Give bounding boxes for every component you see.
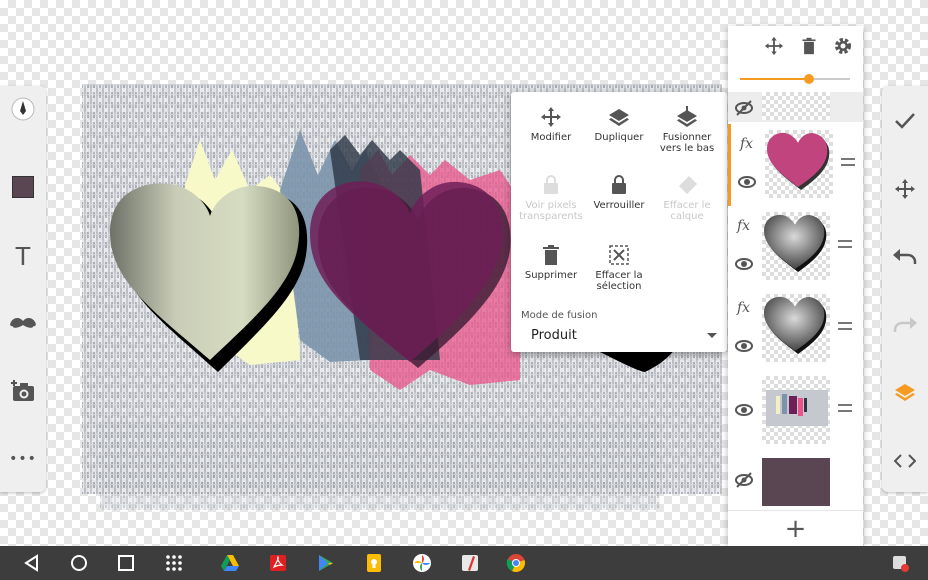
fx-icon[interactable]: fx [737, 218, 750, 234]
layer-context-menu: Modifier Dupliquer Fusionner vers le bas… [511, 92, 727, 352]
layer-thumbnail [762, 294, 830, 362]
layer-thumbnail [762, 458, 830, 506]
home-icon[interactable] [69, 553, 89, 573]
plus-icon: + [784, 514, 807, 544]
text-icon: T [15, 240, 31, 271]
more-icon: ••• [9, 451, 37, 467]
more-button[interactable]: ••• [0, 436, 46, 482]
apps-grid-icon[interactable] [164, 553, 184, 573]
mustache-sticker-icon [10, 318, 36, 328]
play-store-icon[interactable] [316, 553, 336, 573]
trash-icon [543, 245, 559, 265]
brush-tool-button[interactable] [0, 86, 46, 132]
drive-icon[interactable] [220, 553, 240, 573]
color-swatch-icon [12, 176, 34, 198]
move-layer-icon[interactable] [764, 36, 784, 56]
layer-row-pink-heart[interactable]: fx [728, 124, 863, 206]
menu-item-effacer-calque[interactable]: Effacer le calque [651, 174, 723, 222]
layers-panel-toolbar [728, 26, 863, 92]
layer-thumbnail [762, 376, 830, 444]
blend-mode-select[interactable]: Produit [521, 326, 717, 346]
chrome-icon[interactable] [506, 553, 526, 573]
acrobat-icon[interactable] [268, 553, 288, 573]
drag-handle-icon[interactable] [841, 158, 855, 166]
drag-handle-icon[interactable] [838, 322, 852, 330]
brush-icon [11, 97, 35, 121]
drag-handle-icon[interactable] [838, 404, 852, 412]
color-swatch-button[interactable] [0, 164, 46, 210]
eraser-icon [679, 176, 697, 194]
recents-icon[interactable] [116, 553, 136, 573]
opacity-slider[interactable] [740, 74, 850, 84]
layer-row-background-art[interactable] [728, 370, 863, 452]
add-photo-icon [11, 380, 34, 401]
confirm-button[interactable] [882, 98, 928, 144]
blend-mode-value: Produit [531, 328, 577, 343]
sketchbook-icon[interactable] [460, 553, 480, 573]
menu-item-modifier[interactable]: Modifier [515, 106, 587, 143]
notification-icon[interactable] [890, 553, 910, 573]
delete-layer-icon[interactable] [800, 36, 818, 56]
undo-icon [893, 249, 917, 264]
left-toolbar: T ••• [0, 86, 46, 492]
text-tool-button[interactable]: T [0, 233, 46, 279]
lock-icon [612, 175, 626, 194]
layer-row-gray-heart-1[interactable]: fx [728, 206, 863, 288]
redo-icon [893, 317, 917, 332]
eye-visible-icon[interactable] [734, 254, 754, 274]
sticker-tool-button[interactable] [0, 300, 46, 346]
menu-item-dupliquer[interactable]: Dupliquer [583, 106, 655, 143]
layer-settings-gear-icon[interactable] [833, 36, 853, 56]
blend-mode-label: Mode de fusion [521, 310, 598, 321]
layer-row-hidden-top[interactable] [728, 92, 863, 122]
layers-button[interactable] [882, 370, 928, 416]
layers-panel: fx fx fx + [728, 26, 863, 546]
menu-item-effacer-selection[interactable]: Effacer la sélection [583, 244, 655, 292]
menu-item-fusionner[interactable]: Fusionner vers le bas [651, 106, 723, 154]
menu-item-supprimer[interactable]: Supprimer [515, 244, 587, 281]
system-navbar [0, 546, 928, 580]
menu-item-verrouiller[interactable]: Verrouiller [583, 174, 655, 211]
clear-selection-icon [609, 245, 629, 265]
transform-icon [895, 179, 915, 199]
duplicate-layers-icon [609, 109, 629, 126]
menu-item-voir-pixels[interactable]: Voir pixels transparents [515, 174, 587, 222]
check-icon [895, 113, 915, 129]
eye-visible-icon[interactable] [734, 400, 754, 420]
layer-thumbnail [762, 212, 830, 280]
photos-icon[interactable] [412, 553, 432, 573]
code-toggle-button[interactable] [882, 438, 928, 484]
merge-down-icon [677, 106, 697, 127]
redo-button[interactable] [882, 302, 928, 348]
layer-thumbnail [762, 92, 830, 120]
back-icon[interactable] [22, 553, 42, 573]
opacity-slider-knob[interactable] [804, 74, 815, 84]
add-photo-button[interactable] [0, 368, 46, 414]
add-layer-button[interactable]: + [728, 510, 863, 547]
eye-hidden-icon[interactable] [734, 470, 754, 490]
layer-row-gray-heart-2[interactable]: fx [728, 288, 863, 370]
layer-thumbnail [765, 130, 833, 198]
eye-hidden-icon[interactable] [734, 98, 754, 118]
undo-button[interactable] [882, 234, 928, 280]
layers-icon [895, 384, 915, 401]
eye-visible-icon[interactable] [734, 336, 754, 356]
transparency-lock-icon [544, 175, 558, 194]
fx-icon[interactable]: fx [740, 136, 753, 152]
move-icon [541, 107, 561, 127]
fx-icon[interactable]: fx [737, 300, 750, 316]
dropdown-arrow-icon [707, 333, 717, 338]
drag-handle-icon[interactable] [838, 240, 852, 248]
opacity-slider-fill [740, 78, 810, 80]
code-toggle-icon [894, 454, 916, 468]
right-toolbar [882, 86, 928, 492]
keep-icon[interactable] [364, 553, 384, 573]
transform-button[interactable] [882, 166, 928, 212]
eye-visible-icon[interactable] [737, 172, 757, 192]
